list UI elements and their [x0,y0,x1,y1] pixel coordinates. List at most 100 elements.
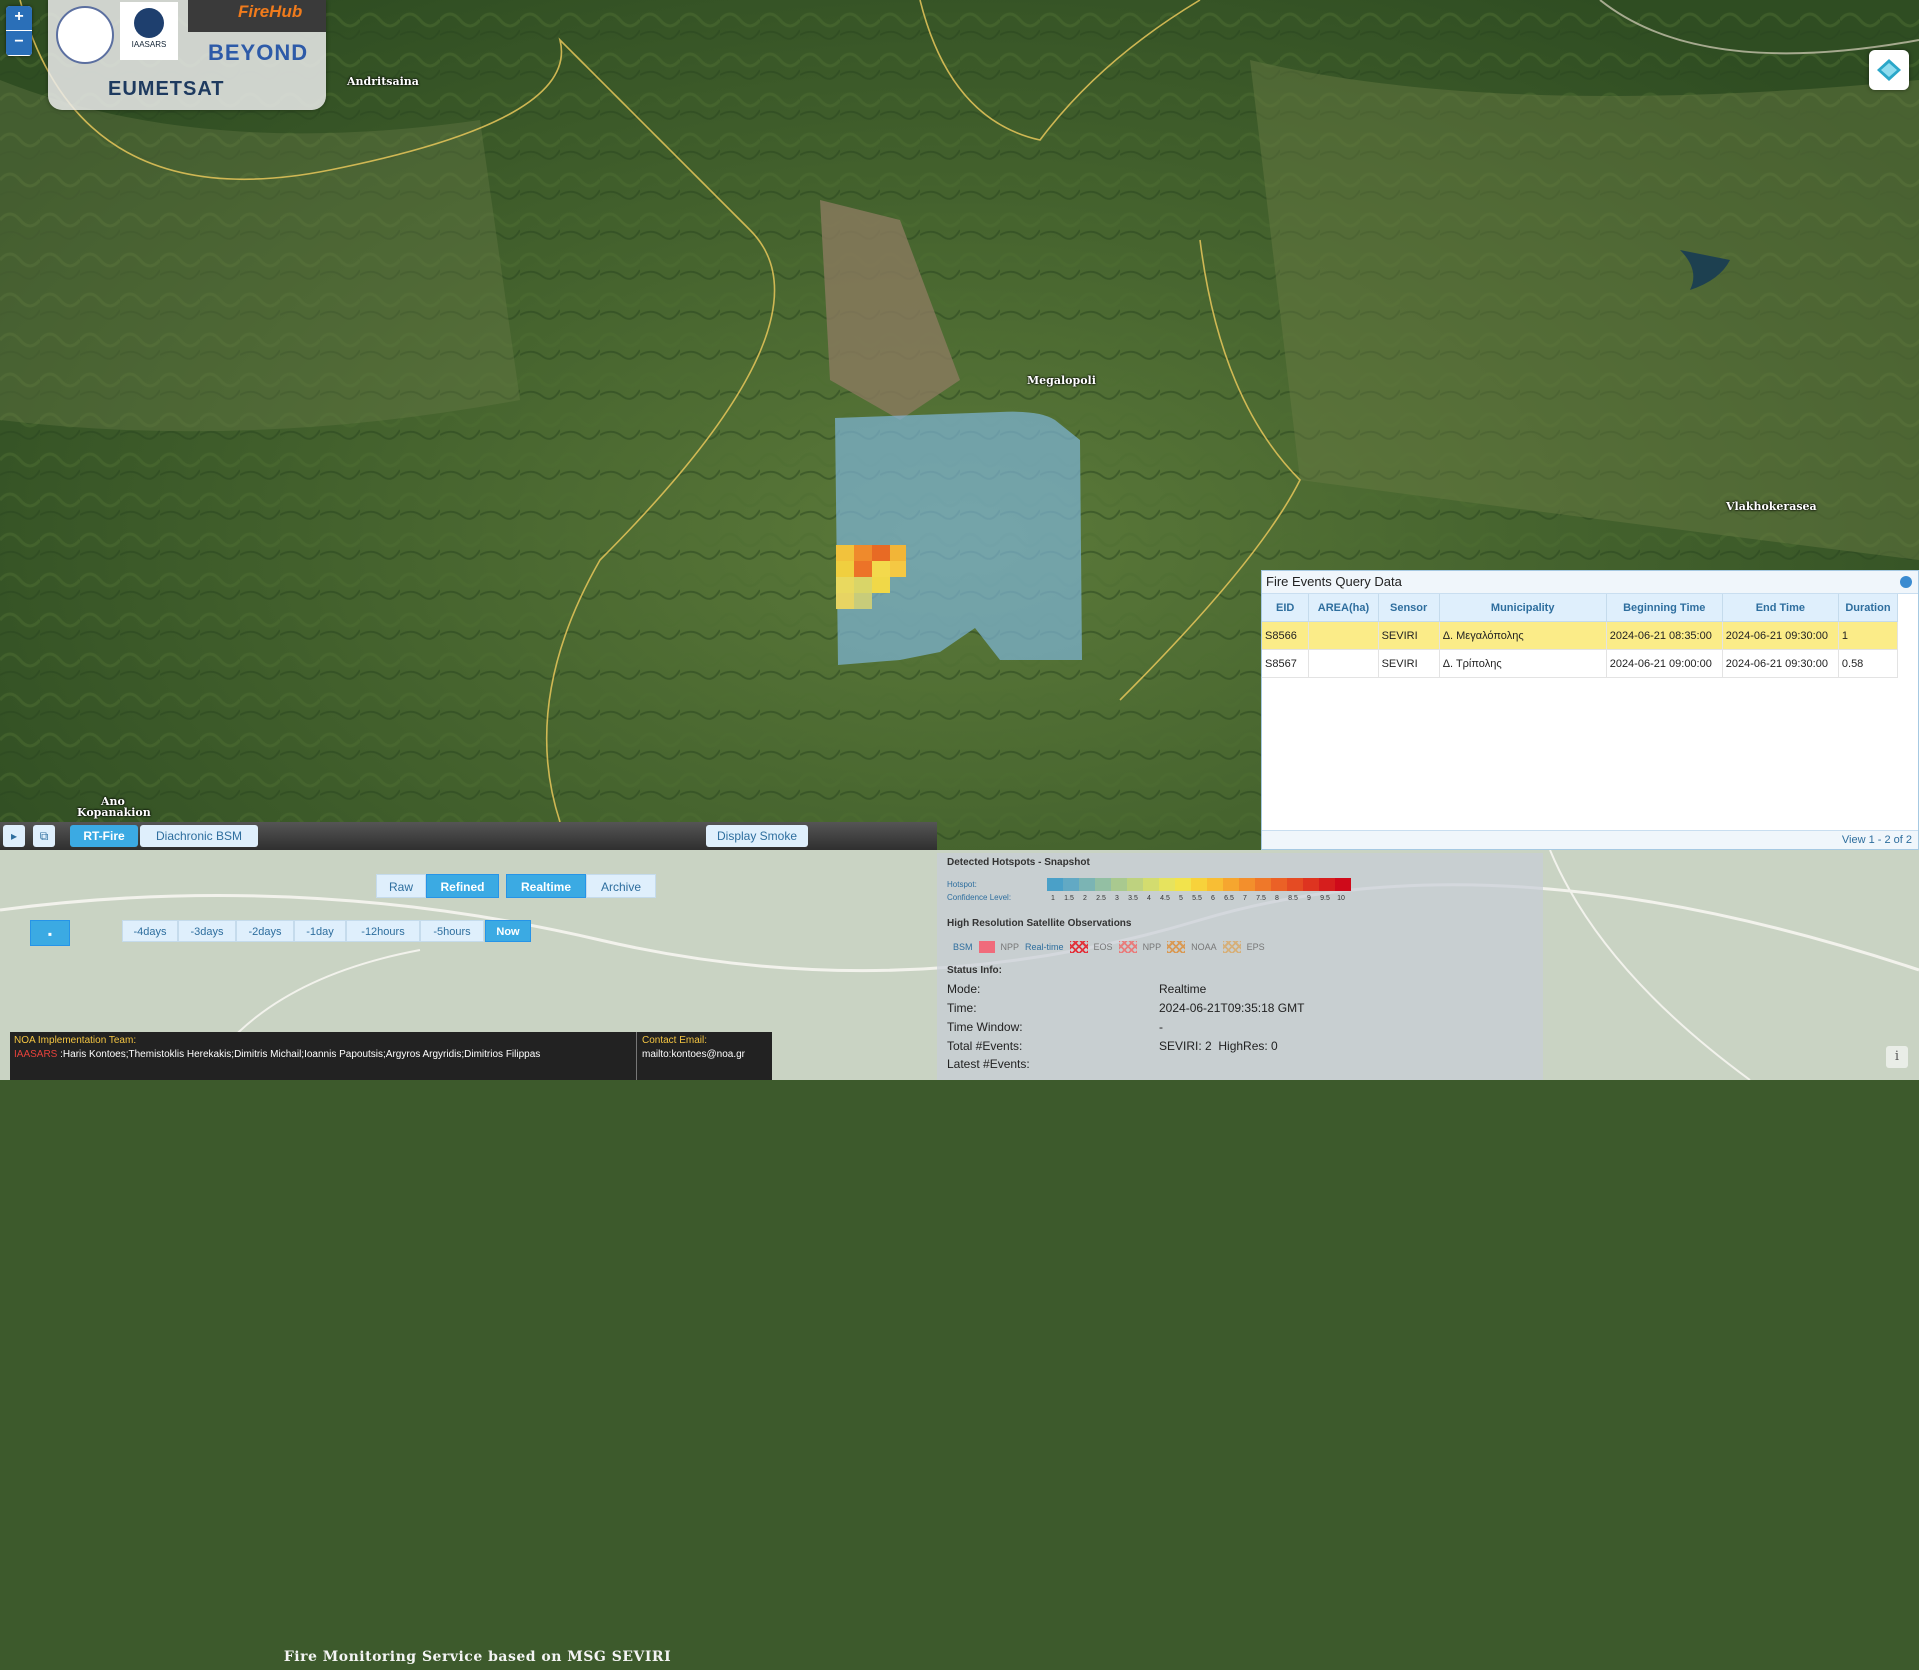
team-member-names: :Haris Kontoes;Themistoklis Herekakis;Di… [57,1049,541,1060]
confidence-tick: 2 [1083,895,1087,902]
col-header-area[interactable]: AREA(ha) [1308,594,1379,622]
confidence-tick: 3 [1115,895,1119,902]
confidence-swatch [1303,878,1319,891]
status-value: Realtime [1159,982,1207,996]
place-label: Andritsaina [347,75,419,88]
expand-icon[interactable]: ▸ [3,825,25,847]
panel-title-bar: Fire Events Query Data [1262,571,1918,594]
time-now-button[interactable]: Now [485,920,531,942]
snapshot-title: Detected Hotspots - Snapshot [947,857,1090,868]
confidence-tick: 8.5 [1288,895,1298,902]
confidence-swatch [1335,878,1351,891]
hires-item: EOS [1093,942,1113,952]
confidence-swatch [1143,878,1159,891]
confidence-tick: 8 [1275,895,1279,902]
col-header-beginning-time[interactable]: Beginning Time [1606,594,1723,622]
fire-events-panel: Fire Events Query Data EID AREA(ha) Sens… [1261,570,1919,850]
cell-beginning-time: 2024-06-21 09:00:00 [1606,649,1723,678]
cell-duration: 1 [1838,621,1899,650]
table-header-row: EID AREA(ha) Sensor Municipality Beginni… [1262,594,1899,622]
zoom-out-button[interactable]: − [6,31,32,56]
time-minus-12hours[interactable]: -12hours [346,920,420,942]
hires-item: BSM [953,942,973,952]
table-row[interactable]: S8566 SEVIRI Δ. Μεγαλόπολης 2024-06-21 0… [1262,621,1899,650]
panel-title: Fire Events Query Data [1266,574,1402,589]
confidence-tick: 5.5 [1192,895,1202,902]
time-minus-4days[interactable]: -4days [122,920,178,942]
confidence-ticks: 1 1.5 2 2.5 3 3.5 4 4.5 5 5.5 6 6.5 7 7.5 8 8.5 9 9.5 10 [1045,895,1349,902]
cell-area [1308,649,1379,678]
status-label: Latest #Events: [947,1057,1030,1071]
col-header-eid[interactable]: EID [1262,594,1310,622]
bsm-swatch [978,941,995,953]
confidence-tick: 7.5 [1256,895,1266,902]
team-footer: NOA Implementation Team: IAASARS :Haris … [10,1032,772,1080]
time-minus-3days[interactable]: -3days [178,920,236,942]
confidence-swatch [1319,878,1335,891]
time-minus-2days[interactable]: -2days [236,920,294,942]
cell-eid: S8567 [1262,649,1310,678]
iaasars-logo: IAASARS [120,2,178,60]
collapse-icon[interactable] [1900,576,1912,588]
confidence-swatch [1271,878,1287,891]
place-label: Vlakhokerasea [1726,500,1817,513]
display-smoke-button[interactable]: Display Smoke [706,825,808,847]
col-header-duration[interactable]: Duration [1838,594,1899,622]
mode-archive-button[interactable]: Archive [586,874,656,898]
mode-refined-button[interactable]: Refined [426,874,499,898]
cell-sensor: SEVIRI [1378,649,1440,678]
mode-realtime-button[interactable]: Realtime [506,874,586,898]
npp-swatch [1167,941,1186,953]
col-header-municipality[interactable]: Municipality [1439,594,1607,622]
confidence-color-scale [1047,878,1351,891]
info-icon[interactable]: i [1886,1046,1908,1068]
firehub-logo: FireHub [188,0,326,32]
confidence-swatch [1207,878,1223,891]
time-minus-1day[interactable]: -1day [294,920,346,942]
confidence-tick: 9 [1307,895,1311,902]
confidence-tick: 2.5 [1096,895,1106,902]
hotspot-label: Hotspot: [947,880,977,889]
service-toolbar: ▸ ⧉ RT-Fire Diachronic BSM Fire Monitori… [0,822,937,1665]
noaa-swatch [1222,941,1241,953]
iaasars-logo-label: IAASARS [131,40,167,49]
partner-logos: IAASARS FireHub BEYOND EUMETSAT [48,0,326,110]
team-members: IAASARS :Haris Kontoes;Themistoklis Here… [14,1049,540,1060]
zoom-control: + − [6,6,32,56]
window-icon[interactable]: ⧉ [33,825,55,847]
status-value: SEVIRI: 2 HighRes: 0 [1159,1039,1278,1053]
fire-events-table: EID AREA(ha) Sensor Municipality Beginni… [1262,594,1899,678]
time-minus-5hours[interactable]: -5hours [420,920,484,942]
confidence-tick: 4.5 [1160,895,1170,902]
tab-rt-fire[interactable]: RT-Fire [70,825,138,847]
layer-switcher-button[interactable] [1869,50,1909,90]
cell-end-time: 2024-06-21 09:30:00 [1722,649,1839,678]
mode-raw-button[interactable]: Raw [376,874,426,898]
hires-item: EPS [1246,942,1265,952]
cell-duration: 0.58 [1838,649,1899,678]
status-value: 2024-06-21T09:35:18 GMT [1159,1001,1305,1015]
cell-area [1308,621,1379,650]
confidence-swatch [1159,878,1175,891]
divider [636,1032,637,1080]
team-org: IAASARS [14,1049,58,1060]
play-button[interactable]: ▪ [30,920,70,946]
cell-eid: S8566 [1262,621,1310,650]
status-label: Time: [947,1001,977,1015]
confidence-tick: 4 [1147,895,1151,902]
status-value: - [1159,1020,1163,1034]
tab-diachronic-bsm[interactable]: Diachronic BSM [140,825,258,847]
confidence-swatch [1287,878,1303,891]
confidence-label: Confidence Level: [947,893,1012,902]
table-row[interactable]: S8567 SEVIRI Δ. Τρίπολης 2024-06-21 09:0… [1262,649,1899,678]
zoom-in-button[interactable]: + [6,6,32,31]
col-header-end-time[interactable]: End Time [1722,594,1839,622]
eos-swatch [1118,941,1137,953]
col-header-sensor[interactable]: Sensor [1378,594,1440,622]
status-label: Total #Events: [947,1039,1023,1053]
legend-status-panel: Detected Hotspots - Snapshot Hotspot: Co… [937,853,1543,1080]
contact-email-link[interactable]: mailto:kontoes@noa.gr [642,1049,745,1060]
confidence-swatch [1175,878,1191,891]
confidence-swatch [1127,878,1143,891]
confidence-swatch [1255,878,1271,891]
